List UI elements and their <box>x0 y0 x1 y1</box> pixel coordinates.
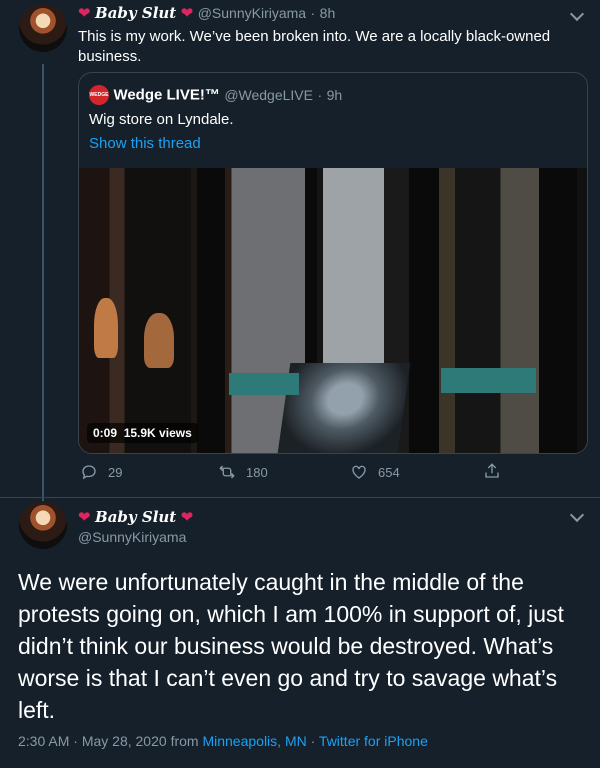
handle[interactable]: @SunnyKiriyama <box>198 5 306 21</box>
separator-dot: · <box>310 733 316 749</box>
quoted-tweet-text: Wig store on Lyndale. <box>89 111 234 128</box>
video-player[interactable]: 0:09 15.9K views <box>79 168 587 453</box>
reply-header: ❤ Baby Slut ❤ @SunnyKiriyama · 8h <box>78 4 335 23</box>
display-counter <box>229 373 299 395</box>
handle[interactable]: @SunnyKiriyama <box>78 529 186 545</box>
heart-icon: ❤ <box>78 509 91 526</box>
share-button[interactable] <box>483 462 501 485</box>
timestamp[interactable]: 8h <box>320 5 336 21</box>
quoted-tweet-card[interactable]: WEDGE Wedge LIVE!™ @WedgeLIVE · 9h Wig s… <box>78 72 588 454</box>
reply-count: 29 <box>108 464 123 480</box>
show-thread-link[interactable]: Show this thread <box>89 135 201 152</box>
main-tweet-text: We were unfortunately caught in the midd… <box>18 569 564 723</box>
video-stats-badge: 0:09 15.9K views <box>87 423 198 443</box>
tweet-date[interactable]: May 28, 2020 <box>82 733 167 749</box>
display-counter <box>441 368 536 393</box>
video-duration: 0:09 <box>93 426 118 440</box>
door-frame <box>409 168 439 453</box>
retweet-icon <box>219 465 235 479</box>
main-tweet-name-row: ❤ Baby Slut ❤ <box>78 508 193 527</box>
mannequin-head <box>144 313 174 368</box>
quoted-timestamp[interactable]: 9h <box>327 87 343 103</box>
from-label: from <box>170 733 199 749</box>
retweet-count: 180 <box>246 464 268 480</box>
like-count: 654 <box>378 464 400 480</box>
chevron-down-icon[interactable] <box>569 6 585 22</box>
heart-icon: ❤ <box>180 5 194 22</box>
display-name[interactable]: Baby Slut <box>95 508 176 526</box>
video-views: 15.9K views <box>123 426 192 440</box>
share-icon <box>485 463 499 478</box>
location-link[interactable]: Minneapolis, MN <box>202 733 306 749</box>
door-frame <box>539 168 577 453</box>
like-icon <box>352 465 366 479</box>
thread-line <box>42 64 44 520</box>
mannequin-head <box>94 298 118 358</box>
tweet-meta: 2:30 AM · May 28, 2020 from Minneapolis,… <box>18 733 428 749</box>
quoted-avatar[interactable]: WEDGE <box>89 85 109 105</box>
tweet-time[interactable]: 2:30 AM <box>18 733 69 749</box>
quoted-header: WEDGE Wedge LIVE!™ @WedgeLIVE · 9h <box>89 85 342 105</box>
reply-button[interactable]: 29 <box>80 463 122 481</box>
avatar[interactable] <box>19 4 67 52</box>
separator-dot: · <box>73 733 78 749</box>
heart-icon: ❤ <box>78 5 91 22</box>
quoted-handle[interactable]: @WedgeLIVE <box>224 87 313 103</box>
separator-dot: · <box>317 87 323 103</box>
chevron-down-icon[interactable] <box>569 507 585 523</box>
avatar[interactable] <box>19 501 67 549</box>
door-frame <box>197 168 225 453</box>
like-button[interactable]: 654 <box>350 463 400 481</box>
source-link[interactable]: Twitter for iPhone <box>319 733 428 749</box>
heart-icon: ❤ <box>180 509 194 526</box>
tweet-text: This is my work. We’ve been broken into.… <box>78 28 551 65</box>
display-name[interactable]: Baby Slut <box>95 4 176 22</box>
retweet-button[interactable]: 180 <box>218 463 268 481</box>
separator-dot: · <box>310 5 316 21</box>
divider <box>0 497 600 498</box>
reply-icon <box>82 465 96 480</box>
quoted-display-name[interactable]: Wedge LIVE!™ <box>113 87 219 104</box>
